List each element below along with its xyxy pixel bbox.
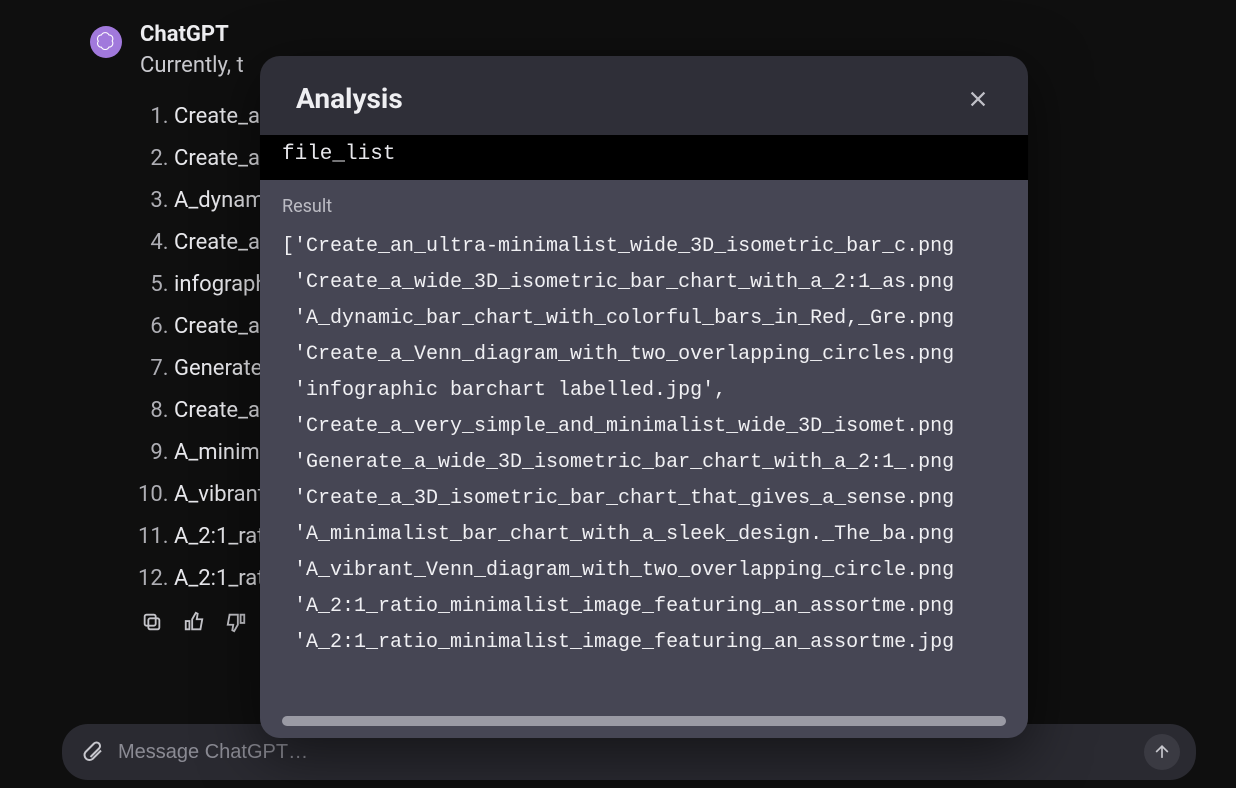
composer-input[interactable] bbox=[118, 741, 1130, 764]
modal-title: Analysis bbox=[296, 82, 403, 115]
thumbs-down-icon[interactable] bbox=[224, 610, 248, 634]
analysis-modal: Analysis file_list Result ['Create_an_ul… bbox=[260, 56, 1028, 738]
result-panel: Result ['Create_an_ultra-minimalist_wide… bbox=[260, 180, 1028, 738]
assistant-avatar bbox=[90, 26, 122, 58]
horizontal-scrollbar[interactable] bbox=[282, 716, 1006, 726]
send-button[interactable] bbox=[1144, 734, 1180, 770]
result-output: ['Create_an_ultra-minimalist_wide_3D_iso… bbox=[282, 229, 1006, 661]
code-block: file_list bbox=[260, 135, 1028, 180]
code-line: file_list bbox=[282, 143, 1006, 166]
assistant-name: ChatGPT bbox=[140, 22, 1176, 47]
attach-icon[interactable] bbox=[80, 738, 104, 766]
close-icon bbox=[967, 88, 989, 110]
close-button[interactable] bbox=[964, 85, 992, 113]
modal-header: Analysis bbox=[260, 56, 1028, 135]
result-label: Result bbox=[282, 196, 1006, 217]
copy-icon[interactable] bbox=[140, 610, 164, 634]
thumbs-up-icon[interactable] bbox=[182, 610, 206, 634]
openai-logo-icon bbox=[96, 32, 116, 52]
